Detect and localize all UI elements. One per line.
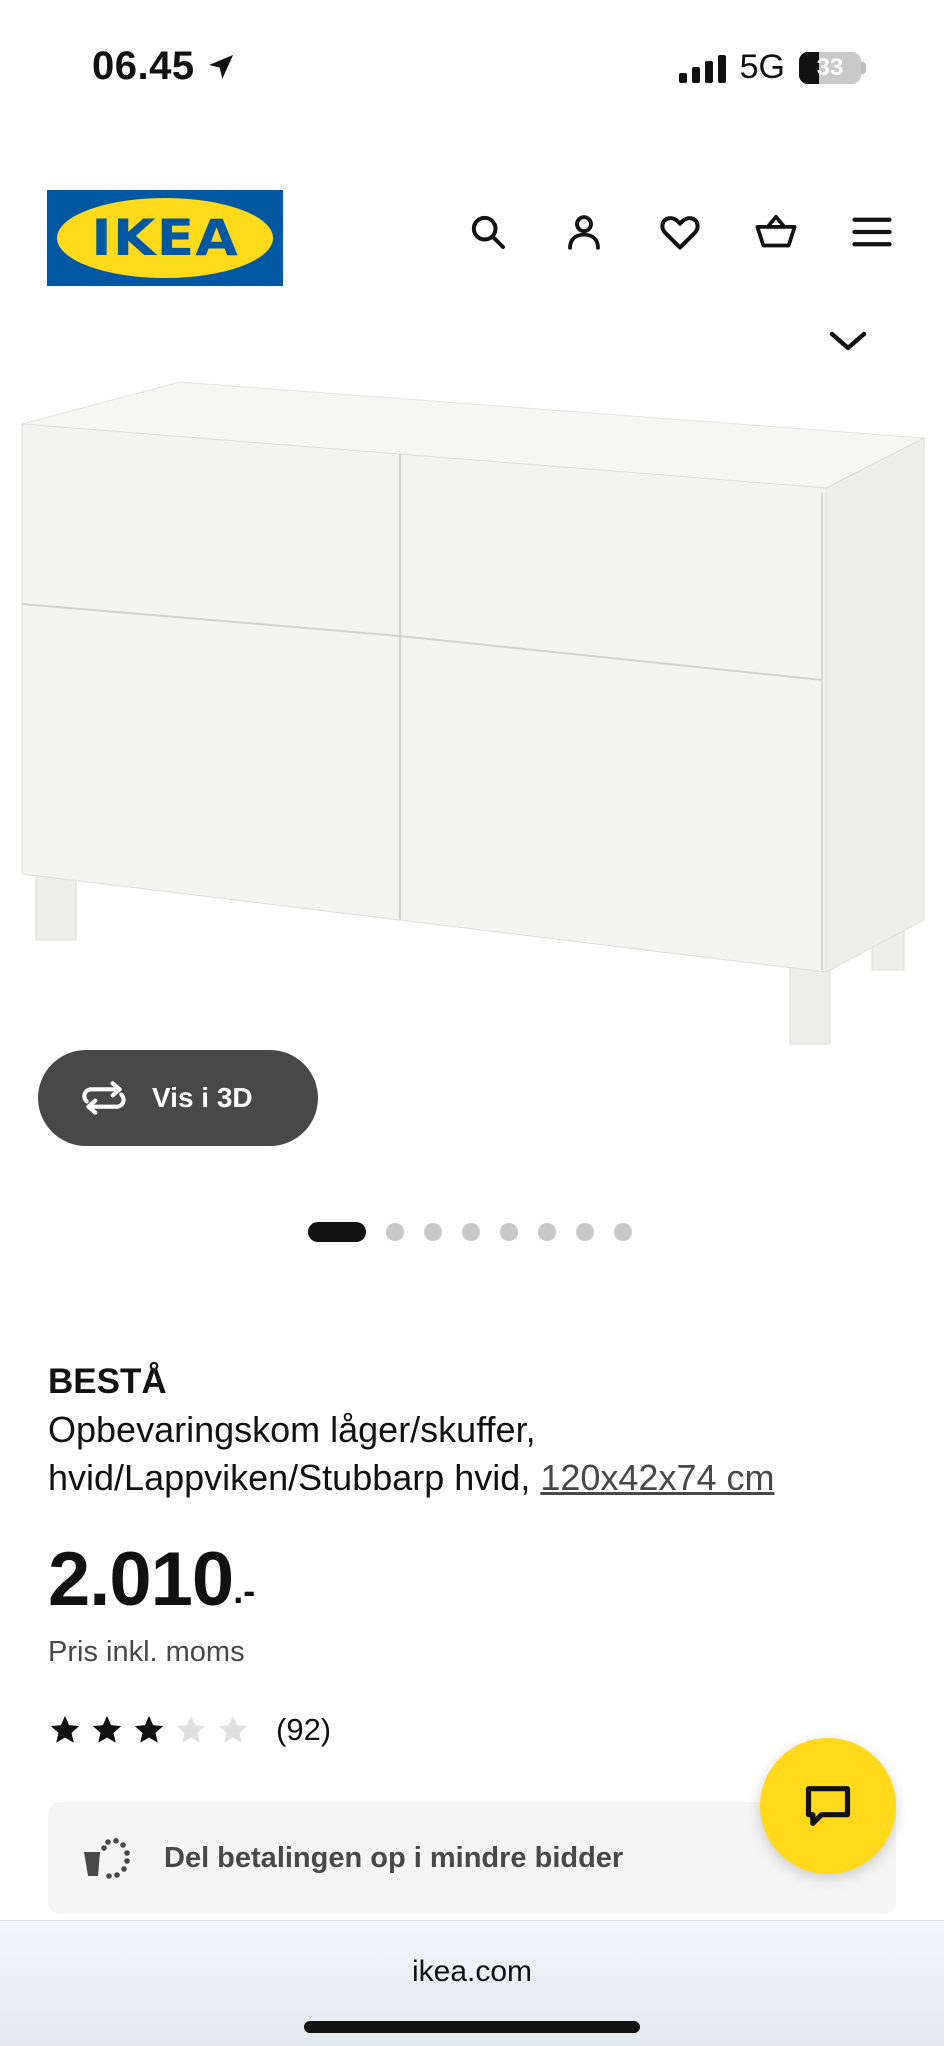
heart-icon[interactable] bbox=[658, 210, 702, 254]
status-bar: 06.45 5G 33 bbox=[0, 0, 944, 140]
carousel-dot[interactable] bbox=[614, 1223, 632, 1241]
home-indicator[interactable] bbox=[304, 2021, 640, 2033]
product-description: Opbevaringskom låger/skuffer, hvid/Lappv… bbox=[48, 1406, 898, 1502]
ikea-logo[interactable]: IKEA bbox=[47, 190, 283, 286]
product-rating[interactable]: (92) bbox=[48, 1712, 331, 1748]
product-info: BESTÅ Opbevaringskom låger/skuffer, hvid… bbox=[48, 1358, 898, 1502]
rotate-3d-icon bbox=[82, 1081, 126, 1115]
carousel-dot[interactable] bbox=[308, 1222, 366, 1242]
site-header: IKEA bbox=[0, 180, 944, 300]
menu-icon[interactable] bbox=[850, 210, 894, 254]
chevron-down-icon[interactable] bbox=[824, 318, 872, 366]
price-note: Pris inkl. moms bbox=[48, 1636, 245, 1668]
carousel-dot[interactable] bbox=[386, 1223, 404, 1241]
carousel-dot[interactable] bbox=[424, 1223, 442, 1241]
carousel-dot[interactable] bbox=[462, 1223, 480, 1241]
browser-bar: ikea.com bbox=[0, 1920, 944, 2046]
location-arrow-icon bbox=[208, 54, 233, 79]
search-icon[interactable] bbox=[466, 210, 510, 254]
star-icon bbox=[218, 1715, 248, 1743]
payment-banner-text: Del betalingen op i mindre bidder bbox=[164, 1841, 624, 1874]
product-price: 2.010 .- bbox=[48, 1540, 255, 1620]
product-name: BESTÅ bbox=[48, 1362, 167, 1401]
view-3d-label: Vis i 3D bbox=[152, 1082, 253, 1113]
status-time-text: 06.45 bbox=[92, 44, 195, 88]
product-dimensions-link[interactable]: 120x42x74 cm bbox=[540, 1457, 774, 1498]
image-carousel-dots bbox=[308, 1222, 632, 1242]
star-icon bbox=[176, 1715, 206, 1743]
rating-count: (92) bbox=[276, 1712, 332, 1747]
carousel-dot[interactable] bbox=[576, 1223, 594, 1241]
battery-level: 33 bbox=[816, 53, 844, 81]
chat-icon bbox=[805, 1786, 851, 1826]
product-description-text: Opbevaringskom låger/skuffer, hvid/Lappv… bbox=[48, 1409, 536, 1498]
basket-icon[interactable] bbox=[754, 210, 798, 254]
logo-text: IKEA bbox=[91, 209, 239, 267]
battery-icon: 33 bbox=[799, 51, 861, 84]
user-icon[interactable] bbox=[562, 210, 606, 254]
status-indicators: 5G 33 bbox=[678, 48, 866, 87]
star-icon bbox=[92, 1715, 122, 1743]
address-bar[interactable]: ikea.com bbox=[0, 1955, 944, 1989]
status-time: 06.45 bbox=[92, 44, 237, 89]
star-icon bbox=[134, 1715, 164, 1743]
star-icon bbox=[50, 1715, 80, 1743]
price-value: 2.010 bbox=[48, 1537, 234, 1622]
payment-split-icon bbox=[84, 1838, 130, 1879]
carousel-dot[interactable] bbox=[538, 1223, 556, 1241]
view-3d-button[interactable]: Vis i 3D bbox=[38, 1050, 318, 1146]
header-nav bbox=[466, 210, 894, 254]
signal-icon bbox=[678, 53, 726, 83]
price-suffix: .- bbox=[233, 1570, 256, 1611]
chat-button[interactable] bbox=[760, 1738, 896, 1874]
network-type: 5G bbox=[739, 48, 785, 86]
carousel-dot[interactable] bbox=[500, 1223, 518, 1241]
product-image[interactable] bbox=[0, 360, 944, 1060]
